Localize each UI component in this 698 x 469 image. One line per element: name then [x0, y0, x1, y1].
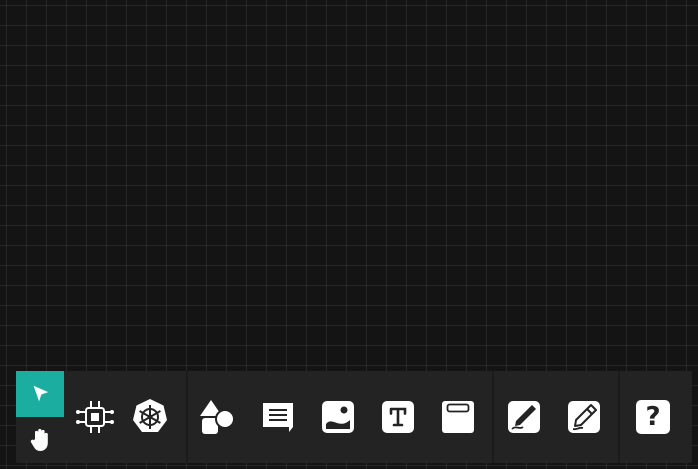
kubernetes-tool-button[interactable]: [126, 371, 174, 463]
shapes-tool-button[interactable]: [188, 371, 248, 463]
cursor-arrow-icon: [33, 385, 49, 402]
text-tool-button[interactable]: [368, 371, 428, 463]
help-button[interactable]: ?: [620, 371, 686, 463]
image-tool-button[interactable]: [308, 371, 368, 463]
pencil-tool-button[interactable]: [554, 371, 614, 463]
pen-tool-button[interactable]: [494, 371, 554, 463]
pencil-icon: [568, 401, 600, 433]
help-label: ?: [645, 402, 661, 432]
tool-group-draw: [494, 371, 614, 463]
helm-wheel-icon: [133, 399, 167, 432]
tool-group-help: ?: [620, 371, 686, 463]
pan-tool-button[interactable]: [16, 417, 64, 463]
bottom-toolbar: ?: [16, 371, 692, 463]
text-t-icon: [382, 401, 414, 433]
component-tool-button[interactable]: [64, 371, 126, 463]
shapes-icon: [200, 400, 235, 434]
image-icon: [322, 401, 354, 433]
pen-nib-icon: [508, 401, 540, 433]
comment-tool-button[interactable]: [248, 371, 308, 463]
question-mark-icon: ?: [636, 400, 670, 434]
select-tool-button[interactable]: [16, 371, 64, 417]
tool-group-create: [188, 371, 488, 463]
chip-icon: [76, 401, 114, 433]
mode-switcher: [16, 371, 64, 463]
speech-bubble-icon: [263, 403, 293, 432]
tool-group-components: [64, 371, 174, 463]
frame-tool-button[interactable]: [428, 371, 488, 463]
frame-icon: [442, 401, 474, 433]
hand-icon: [30, 428, 48, 451]
